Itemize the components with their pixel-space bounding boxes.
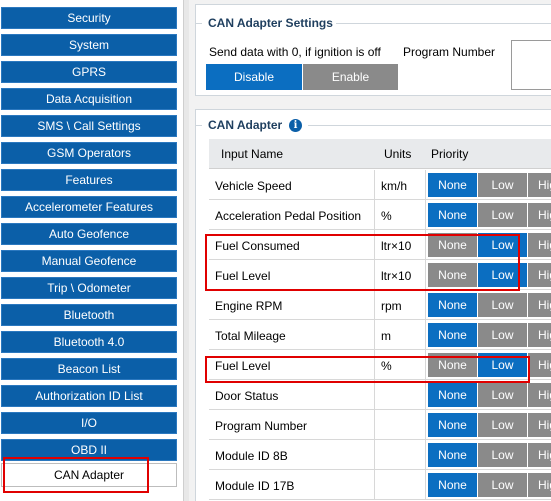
units-cell — [374, 470, 426, 500]
priority-none-button[interactable]: None — [428, 173, 477, 197]
priority-high-button[interactable]: High — [528, 293, 551, 317]
input-name-cell: Total Mileage — [215, 329, 286, 343]
priority-high-button[interactable]: High — [528, 263, 551, 287]
priority-none-button[interactable]: None — [428, 293, 477, 317]
input-name-cell: Module ID 8B — [215, 449, 288, 463]
input-name-cell: Acceleration Pedal Position — [215, 209, 362, 223]
priority-high-button[interactable]: High — [528, 173, 551, 197]
sidebar: Security System GPRS Data Acquisition SMS \ … — [0, 0, 183, 501]
sidebar-item-beacon-list[interactable]: Beacon List — [1, 358, 177, 380]
table-header: Input Name Units Priority — [209, 139, 551, 169]
program-number-input[interactable] — [511, 40, 551, 90]
table-row: Total Mileage m NoneLowHigh — [209, 320, 551, 350]
info-icon[interactable]: i — [289, 119, 302, 132]
units-cell: % — [374, 200, 426, 230]
input-name-cell: Program Number — [215, 419, 308, 433]
priority-none-button[interactable]: None — [428, 323, 477, 347]
table-row: Engine RPM rpm NoneLowHigh — [209, 290, 551, 320]
settings-panel-title: CAN Adapter Settings — [205, 16, 336, 30]
priority-low-button[interactable]: Low — [478, 293, 527, 317]
input-name-cell: Vehicle Speed — [215, 179, 292, 193]
units-cell — [374, 440, 426, 470]
send-data-label: Send data with 0, if ignition is off — [209, 45, 381, 59]
priority-high-button[interactable]: High — [528, 353, 551, 377]
sidebar-item-manual-geofence[interactable]: Manual Geofence — [1, 250, 177, 272]
input-name-cell: Module ID 17B — [215, 479, 295, 493]
units-cell — [374, 410, 426, 440]
sidebar-item-data-acquisition[interactable]: Data Acquisition — [1, 88, 177, 110]
table-row: Module ID 8B NoneLowHigh — [209, 440, 551, 470]
sidebar-item-bluetooth[interactable]: Bluetooth — [1, 304, 177, 326]
priority-low-button[interactable]: Low — [478, 473, 527, 497]
enable-button[interactable]: Enable — [303, 64, 398, 90]
units-cell: km/h — [374, 170, 426, 200]
adapter-panel-title: CAN Adapter — [205, 118, 286, 132]
priority-low-button[interactable]: Low — [478, 173, 527, 197]
priority-high-button[interactable]: High — [528, 413, 551, 437]
sidebar-item-bluetooth-4-0[interactable]: Bluetooth 4.0 — [1, 331, 177, 353]
priority-low-button[interactable]: Low — [478, 203, 527, 227]
sidebar-item-accelerometer-features[interactable]: Accelerometer Features — [1, 196, 177, 218]
priority-none-button[interactable]: None — [428, 203, 477, 227]
priority-low-button[interactable]: Low — [478, 443, 527, 467]
sidebar-item-system[interactable]: System — [1, 34, 177, 56]
table-row: Acceleration Pedal Position% NoneLowHigh — [209, 200, 551, 230]
priority-low-button[interactable]: Low — [478, 413, 527, 437]
priority-low-button[interactable]: Low — [478, 323, 527, 347]
table-row: Door Status NoneLowHigh — [209, 380, 551, 410]
priority-high-button[interactable]: High — [528, 473, 551, 497]
adapter-title-text: CAN Adapter — [208, 118, 283, 132]
priority-high-button[interactable]: High — [528, 443, 551, 467]
table-row: Vehicle Speed km/h NoneLowHigh — [209, 170, 551, 200]
units-cell: rpm — [374, 290, 426, 320]
priority-none-button[interactable]: None — [428, 473, 477, 497]
main-content: CAN Adapter Settings Send data with 0, i… — [189, 0, 551, 501]
sidebar-item-sms-call-settings[interactable]: SMS \ Call Settings — [1, 115, 177, 137]
app-window: Security System GPRS Data Acquisition SMS \ … — [0, 0, 551, 501]
units-cell — [374, 380, 426, 410]
program-number-label: Program Number — [403, 45, 496, 59]
priority-high-button[interactable]: High — [528, 203, 551, 227]
sidebar-item-trip-odometer[interactable]: Trip \ Odometer — [1, 277, 177, 299]
sidebar-item-i-o[interactable]: I/O — [1, 412, 177, 434]
can-adapter-settings-panel: CAN Adapter Settings Send data with 0, i… — [195, 4, 551, 96]
priority-none-button[interactable]: None — [428, 443, 477, 467]
priority-high-button[interactable]: High — [528, 233, 551, 257]
can-adapter-panel: CAN Adapter i Input Name Units Priority … — [195, 109, 551, 501]
sidebar-item-security[interactable]: Security — [1, 7, 177, 29]
table-row: Program Number NoneLowHigh — [209, 410, 551, 440]
units-text: km/h — [381, 179, 408, 193]
disable-button[interactable]: Disable — [206, 64, 302, 90]
priority-low-button[interactable]: Low — [478, 383, 527, 407]
header-priority: Priority — [431, 147, 469, 161]
sidebar-item-gsm-operators[interactable]: GSM Operators — [1, 142, 177, 164]
header-units: Units — [384, 147, 412, 161]
highlight-can-adapter-nav — [3, 457, 149, 493]
priority-high-button[interactable]: High — [528, 383, 551, 407]
priority-none-button[interactable]: None — [428, 413, 477, 437]
units-text: m — [381, 329, 391, 343]
highlight-fuel-level-percent — [205, 356, 530, 383]
priority-none-button[interactable]: None — [428, 383, 477, 407]
table-row: Module ID 17B NoneLowHigh — [209, 470, 551, 500]
units-text: rpm — [381, 299, 402, 313]
header-input-name: Input Name — [221, 147, 284, 161]
units-text: % — [381, 209, 392, 223]
sidebar-item-auto-geofence[interactable]: Auto Geofence — [1, 223, 177, 245]
units-cell: m — [374, 320, 426, 350]
sidebar-item-features[interactable]: Features — [1, 169, 177, 191]
priority-high-button[interactable]: High — [528, 323, 551, 347]
input-name-cell: Door Status — [215, 389, 279, 403]
input-name-cell: Engine RPM — [215, 299, 283, 313]
sidebar-item-authorization-id-list[interactable]: Authorization ID List — [1, 385, 177, 407]
sidebar-item-gprs[interactable]: GPRS — [1, 61, 177, 83]
highlight-fuel-rows — [205, 234, 520, 291]
